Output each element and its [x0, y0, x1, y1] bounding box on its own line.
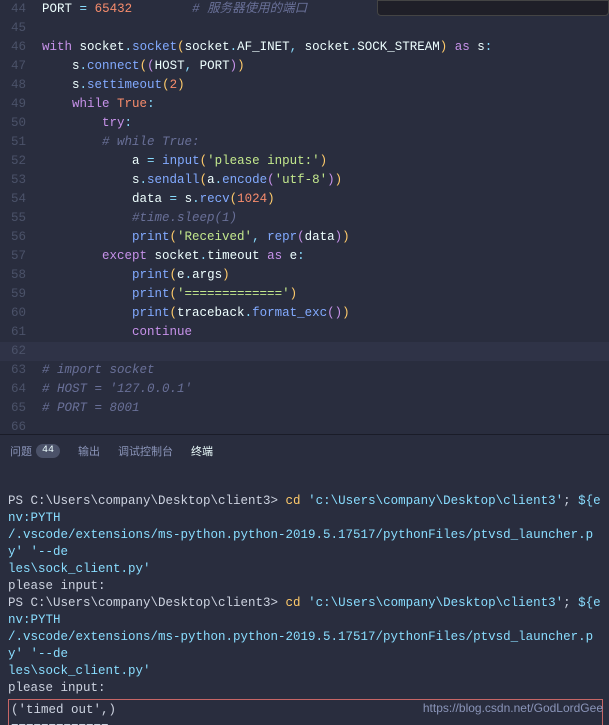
- line-number: 56: [0, 228, 42, 247]
- code-line[interactable]: 52 a = input('please input:'): [0, 152, 609, 171]
- line-content: a = input('please input:'): [42, 152, 609, 171]
- terminal-panel[interactable]: PS C:\Users\company\Desktop\client3> cd …: [0, 466, 609, 725]
- line-number: 65: [0, 399, 42, 418]
- line-number: 58: [0, 266, 42, 285]
- code-line[interactable]: 47 s.connect((HOST, PORT)): [0, 57, 609, 76]
- line-content: with socket.socket(socket.AF_INET, socke…: [42, 38, 609, 57]
- line-content: while True:: [42, 95, 609, 114]
- watermark: https://blog.csdn.net/GodLordGee: [423, 701, 603, 715]
- line-number: 66: [0, 418, 42, 434]
- line-content: print(e.args): [42, 266, 609, 285]
- code-line[interactable]: 60 print(traceback.format_exc()): [0, 304, 609, 323]
- line-number: 54: [0, 190, 42, 209]
- terminal-cmd: cd: [286, 494, 309, 508]
- terminal-input-prompt: please input:: [8, 579, 106, 593]
- line-content: # PORT = 8001: [42, 399, 609, 418]
- hover-tooltip: [377, 0, 609, 16]
- code-line[interactable]: 45: [0, 19, 609, 38]
- line-content: # HOST = '127.0.0.1': [42, 380, 609, 399]
- line-content: # while True:: [42, 133, 609, 152]
- line-number: 51: [0, 133, 42, 152]
- problems-badge: 44: [36, 444, 60, 458]
- line-number: 53: [0, 171, 42, 190]
- code-line[interactable]: 59 print('============='): [0, 285, 609, 304]
- line-content: # import socket: [42, 361, 609, 380]
- code-line[interactable]: 65# PORT = 8001: [0, 399, 609, 418]
- line-content: print('============='): [42, 285, 609, 304]
- line-number: 48: [0, 76, 42, 95]
- line-number: 50: [0, 114, 42, 133]
- code-line[interactable]: 54 data = s.recv(1024): [0, 190, 609, 209]
- code-line[interactable]: 51 # while True:: [0, 133, 609, 152]
- line-number: 63: [0, 361, 42, 380]
- code-line[interactable]: 57 except socket.timeout as e:: [0, 247, 609, 266]
- line-number: 52: [0, 152, 42, 171]
- line-content: continue: [42, 323, 609, 342]
- code-line[interactable]: 58 print(e.args): [0, 266, 609, 285]
- code-line[interactable]: 46with socket.socket(socket.AF_INET, soc…: [0, 38, 609, 57]
- line-number: 44: [0, 0, 42, 19]
- code-line[interactable]: 63# import socket: [0, 361, 609, 380]
- line-number: 46: [0, 38, 42, 57]
- terminal-path: 'c:\Users\company\Desktop\client3': [308, 494, 563, 508]
- line-number: 64: [0, 380, 42, 399]
- line-number: 49: [0, 95, 42, 114]
- terminal-prompt-text: PS C:\Users\company\Desktop\client3>: [8, 494, 286, 508]
- code-line[interactable]: 48 s.settimeout(2): [0, 76, 609, 95]
- line-content: #time.sleep(1): [42, 209, 609, 228]
- line-content: s.settimeout(2): [42, 76, 609, 95]
- code-line[interactable]: 53 s.sendall(a.encode('utf-8')): [0, 171, 609, 190]
- code-line[interactable]: 64# HOST = '127.0.0.1': [0, 380, 609, 399]
- line-content: s.sendall(a.encode('utf-8')): [42, 171, 609, 190]
- tab-problems-label: 问题: [10, 443, 32, 459]
- tab-terminal[interactable]: 终端: [191, 443, 213, 459]
- terminal-prompt-text: PS C:\Users\company\Desktop\client3>: [8, 596, 286, 610]
- line-number: 47: [0, 57, 42, 76]
- code-line[interactable]: 62: [0, 342, 609, 361]
- line-content: print(traceback.format_exc()): [42, 304, 609, 323]
- line-number: 60: [0, 304, 42, 323]
- line-number: 59: [0, 285, 42, 304]
- line-number: 57: [0, 247, 42, 266]
- line-number: 62: [0, 342, 42, 361]
- code-editor[interactable]: 44PORT = 65432 # 服务器使用的端口4546with socket…: [0, 0, 609, 434]
- line-content: print('Received', repr(data)): [42, 228, 609, 247]
- line-content: try:: [42, 114, 609, 133]
- tab-problems[interactable]: 问题 44: [10, 443, 60, 459]
- line-number: 55: [0, 209, 42, 228]
- line-number: 61: [0, 323, 42, 342]
- code-line[interactable]: 50 try:: [0, 114, 609, 133]
- line-content: except socket.timeout as e:: [42, 247, 609, 266]
- code-line[interactable]: 56 print('Received', repr(data)): [0, 228, 609, 247]
- panel-tabs: 问题 44 输出 调试控制台 终端: [0, 434, 609, 466]
- code-line[interactable]: 55 #time.sleep(1): [0, 209, 609, 228]
- tab-output[interactable]: 输出: [78, 443, 100, 459]
- line-content: data = s.recv(1024): [42, 190, 609, 209]
- code-line[interactable]: 49 while True:: [0, 95, 609, 114]
- code-line[interactable]: 66: [0, 418, 609, 434]
- tab-debug-console[interactable]: 调试控制台: [118, 443, 173, 459]
- line-number: 45: [0, 19, 42, 38]
- line-content: s.connect((HOST, PORT)): [42, 57, 609, 76]
- code-line[interactable]: 61 continue: [0, 323, 609, 342]
